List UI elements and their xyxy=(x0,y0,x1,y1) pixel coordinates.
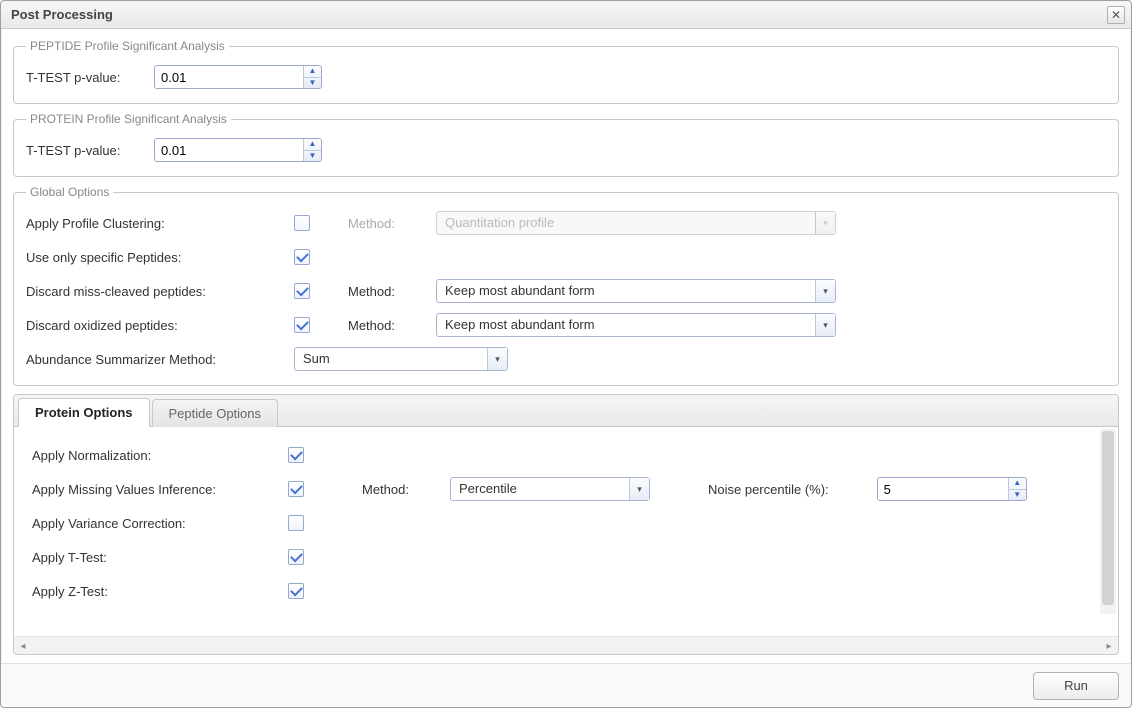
peptide-profile-legend: PEPTIDE Profile Significant Analysis xyxy=(26,39,229,53)
clustering-method-value: Quantitation profile xyxy=(437,212,815,234)
global-options-group: Global Options Apply Profile Clustering:… xyxy=(13,185,1119,386)
chevron-down-icon: ▾ xyxy=(815,280,835,302)
tab-protein-options[interactable]: Protein Options xyxy=(18,398,150,427)
summarizer-label: Abundance Summarizer Method: xyxy=(26,352,286,367)
footer: Run xyxy=(1,663,1131,707)
run-button[interactable]: Run xyxy=(1033,672,1119,700)
tab-content: Apply Normalization: Apply Missing Value… xyxy=(14,427,1118,654)
window-title: Post Processing xyxy=(11,7,1107,22)
oxidized-checkbox[interactable] xyxy=(294,317,310,333)
missing-values-row: Apply Missing Values Inference: Method: … xyxy=(32,475,1100,503)
peptide-pvalue-label: T-TEST p-value: xyxy=(26,70,146,85)
ttest-label: Apply T-Test: xyxy=(32,550,280,565)
chevron-down-icon: ▾ xyxy=(487,348,507,370)
close-icon: ✕ xyxy=(1111,8,1121,22)
oxidized-method-value: Keep most abundant form xyxy=(437,314,815,336)
clustering-label: Apply Profile Clustering: xyxy=(26,216,286,231)
peptide-pvalue-input[interactable] xyxy=(155,66,303,88)
peptide-profile-group: PEPTIDE Profile Significant Analysis T-T… xyxy=(13,39,1119,104)
miss-cleaved-method-value: Keep most abundant form xyxy=(437,280,815,302)
chevron-up-icon[interactable]: ▲ xyxy=(304,66,321,78)
ztest-checkbox[interactable] xyxy=(288,583,304,599)
chevron-down-icon[interactable]: ▼ xyxy=(1009,490,1026,501)
titlebar: Post Processing ✕ xyxy=(1,1,1131,29)
oxidized-method-label: Method: xyxy=(348,318,428,333)
clustering-checkbox[interactable] xyxy=(294,215,310,231)
protein-pvalue-input[interactable] xyxy=(155,139,303,161)
variance-checkbox[interactable] xyxy=(288,515,304,531)
oxidized-row: Discard oxidized peptides: Method: Keep … xyxy=(26,311,1106,339)
global-options-legend: Global Options xyxy=(26,185,113,199)
chevron-down-icon: ▾ xyxy=(815,212,835,234)
tab-peptide-options[interactable]: Peptide Options xyxy=(152,399,279,427)
ttest-checkbox[interactable] xyxy=(288,549,304,565)
clustering-method-label: Method: xyxy=(348,216,428,231)
noise-percentile-spinner[interactable]: ▲ ▼ xyxy=(877,477,1027,501)
spinner-buttons[interactable]: ▲ ▼ xyxy=(303,139,321,161)
ztest-label: Apply Z-Test: xyxy=(32,584,280,599)
miss-cleaved-row: Discard miss-cleaved peptides: Method: K… xyxy=(26,277,1106,305)
miss-cleaved-method-label: Method: xyxy=(348,284,428,299)
specific-peptides-label: Use only specific Peptides: xyxy=(26,250,286,265)
chevron-down-icon: ▾ xyxy=(629,478,649,500)
variance-row: Apply Variance Correction: xyxy=(32,509,1100,537)
chevron-down-icon: ▾ xyxy=(815,314,835,336)
missing-values-checkbox[interactable] xyxy=(288,481,304,497)
options-tabs: Protein Options Peptide Options Apply No… xyxy=(13,394,1119,655)
missing-method-value: Percentile xyxy=(451,478,629,500)
peptide-pvalue-row: T-TEST p-value: ▲ ▼ xyxy=(26,63,1106,91)
clustering-row: Apply Profile Clustering: Method: Quanti… xyxy=(26,209,1106,237)
protein-pvalue-label: T-TEST p-value: xyxy=(26,143,146,158)
post-processing-window: Post Processing ✕ PEPTIDE Profile Signif… xyxy=(0,0,1132,708)
noise-percentile-input[interactable] xyxy=(878,478,1008,500)
window-body: PEPTIDE Profile Significant Analysis T-T… xyxy=(1,29,1131,663)
summarizer-value: Sum xyxy=(295,348,487,370)
specific-peptides-row: Use only specific Peptides: xyxy=(26,243,1106,271)
ztest-row: Apply Z-Test: xyxy=(32,577,1100,605)
peptide-pvalue-spinner[interactable]: ▲ ▼ xyxy=(154,65,322,89)
protein-profile-legend: PROTEIN Profile Significant Analysis xyxy=(26,112,231,126)
noise-percentile-label: Noise percentile (%): xyxy=(708,482,829,497)
missing-method-select[interactable]: Percentile ▾ xyxy=(450,477,650,501)
summarizer-row: Abundance Summarizer Method: Sum ▾ xyxy=(26,345,1106,373)
oxidized-label: Discard oxidized peptides: xyxy=(26,318,286,333)
normalization-row: Apply Normalization: xyxy=(32,441,1100,469)
miss-cleaved-method-select[interactable]: Keep most abundant form ▾ xyxy=(436,279,836,303)
close-button[interactable]: ✕ xyxy=(1107,6,1125,24)
protein-pvalue-spinner[interactable]: ▲ ▼ xyxy=(154,138,322,162)
protein-pvalue-row: T-TEST p-value: ▲ ▼ xyxy=(26,136,1106,164)
scroll-right-icon[interactable]: ▸ xyxy=(1102,639,1116,653)
protein-profile-group: PROTEIN Profile Significant Analysis T-T… xyxy=(13,112,1119,177)
spinner-buttons[interactable]: ▲ ▼ xyxy=(1008,478,1026,500)
chevron-down-icon[interactable]: ▼ xyxy=(304,151,321,162)
normalization-checkbox[interactable] xyxy=(288,447,304,463)
scrollbar-thumb[interactable] xyxy=(1102,431,1114,605)
variance-label: Apply Variance Correction: xyxy=(32,516,280,531)
missing-values-label: Apply Missing Values Inference: xyxy=(32,482,280,497)
ttest-row: Apply T-Test: xyxy=(32,543,1100,571)
vertical-scrollbar[interactable] xyxy=(1100,429,1116,614)
horizontal-scrollbar[interactable]: ◂ ▸ xyxy=(14,636,1118,654)
miss-cleaved-label: Discard miss-cleaved peptides: xyxy=(26,284,286,299)
run-button-label: Run xyxy=(1064,678,1088,693)
chevron-down-icon[interactable]: ▼ xyxy=(304,78,321,89)
spinner-buttons[interactable]: ▲ ▼ xyxy=(303,66,321,88)
summarizer-select[interactable]: Sum ▾ xyxy=(294,347,508,371)
missing-method-label: Method: xyxy=(362,482,442,497)
specific-peptides-checkbox[interactable] xyxy=(294,249,310,265)
chevron-up-icon[interactable]: ▲ xyxy=(1009,478,1026,490)
protein-options-panel: Apply Normalization: Apply Missing Value… xyxy=(14,427,1118,636)
oxidized-method-select[interactable]: Keep most abundant form ▾ xyxy=(436,313,836,337)
scroll-left-icon[interactable]: ◂ xyxy=(16,639,30,653)
chevron-up-icon[interactable]: ▲ xyxy=(304,139,321,151)
normalization-label: Apply Normalization: xyxy=(32,448,280,463)
tabbar: Protein Options Peptide Options xyxy=(14,395,1118,427)
clustering-method-select: Quantitation profile ▾ xyxy=(436,211,836,235)
miss-cleaved-checkbox[interactable] xyxy=(294,283,310,299)
